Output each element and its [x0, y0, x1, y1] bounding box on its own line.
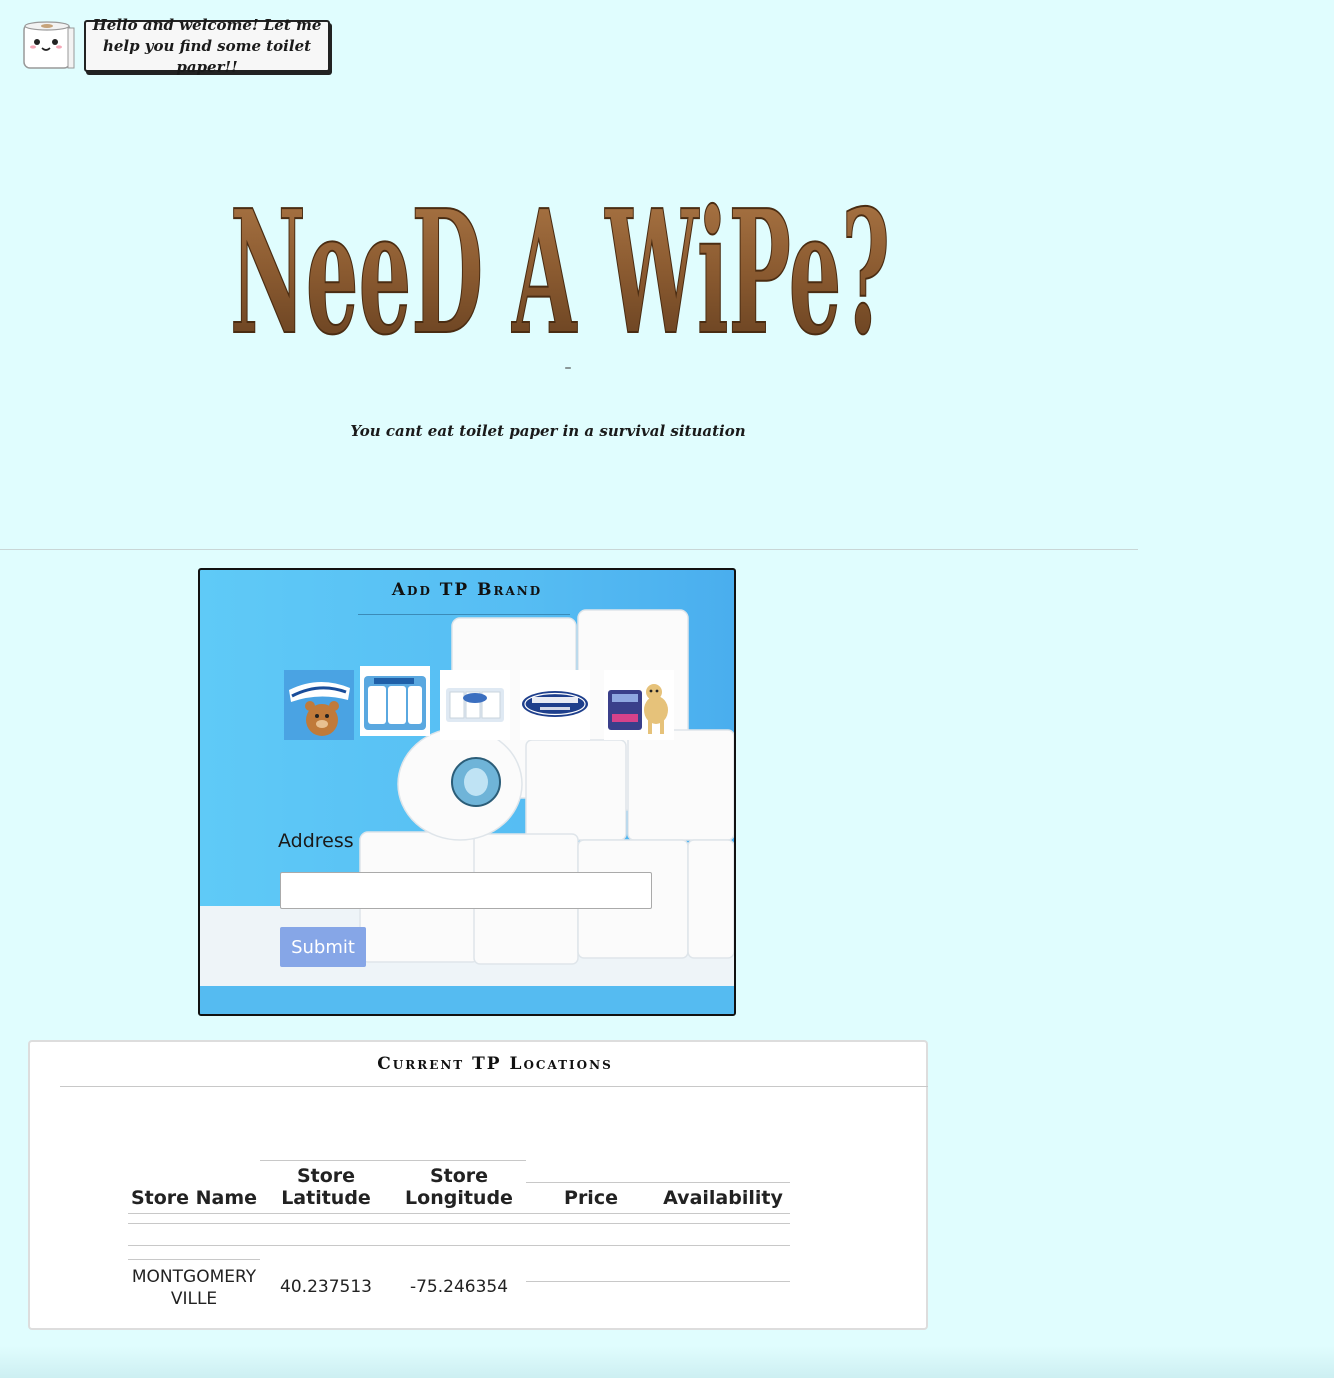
scott-logo-icon [440, 670, 510, 740]
col-store-longitude: Store Longitude [405, 1165, 513, 1209]
col-availability: Availability [663, 1187, 783, 1209]
address-label: Address [278, 830, 354, 852]
address-input[interactable] [280, 872, 652, 909]
brand-scott[interactable] [440, 670, 510, 740]
cell-longitude: -75.246354 [409, 1277, 509, 1297]
brand-cottonelle[interactable] [604, 670, 674, 740]
locations-card: Current TP Locations Store Name Store La… [28, 1040, 928, 1330]
locations-title-rule [60, 1086, 928, 1087]
quilted-northern-logo-icon [520, 670, 590, 740]
cottonelle-logo-icon [604, 670, 674, 740]
toilet-paper-mascot-icon [22, 20, 76, 72]
section-divider [0, 549, 1138, 550]
table-row: MONTGOMERYVILLE [128, 1266, 260, 1310]
panel-title-rule [358, 614, 570, 615]
tagline: You cant eat toilet paper in a survival … [350, 422, 746, 440]
page-footer-band [0, 1346, 1334, 1378]
hero-title: NeeD A WiPe? [210, 160, 910, 374]
greeting-bubble: Hello and welcome! Let me help you find … [84, 16, 330, 76]
cell-store-name: MONTGOMERYVILLE [131, 1267, 257, 1309]
submit-button[interactable]: Submit [280, 927, 366, 967]
brand-charmin[interactable] [284, 670, 354, 740]
cell-latitude: 40.237513 [280, 1277, 372, 1297]
col-price: Price [564, 1187, 618, 1209]
angel-soft-logo-icon [360, 666, 430, 736]
greeting-text: Hello and welcome! Let me help you find … [92, 15, 322, 76]
hero-dash: – [564, 360, 572, 376]
add-brand-panel: Add TP Brand Address Submit [198, 568, 736, 1016]
brand-picker [284, 666, 684, 742]
add-brand-title: Add TP Brand [391, 580, 543, 600]
locations-title: Current TP Locations [377, 1054, 613, 1074]
col-store-name: Store Name [130, 1187, 258, 1209]
brand-quilted-northern[interactable] [520, 670, 590, 740]
col-store-latitude: Store Latitude [281, 1165, 371, 1209]
brand-angel-soft[interactable] [360, 666, 430, 736]
hero-title-text: NeeD A WiPe? [230, 173, 890, 360]
charmin-logo-icon [284, 670, 354, 740]
